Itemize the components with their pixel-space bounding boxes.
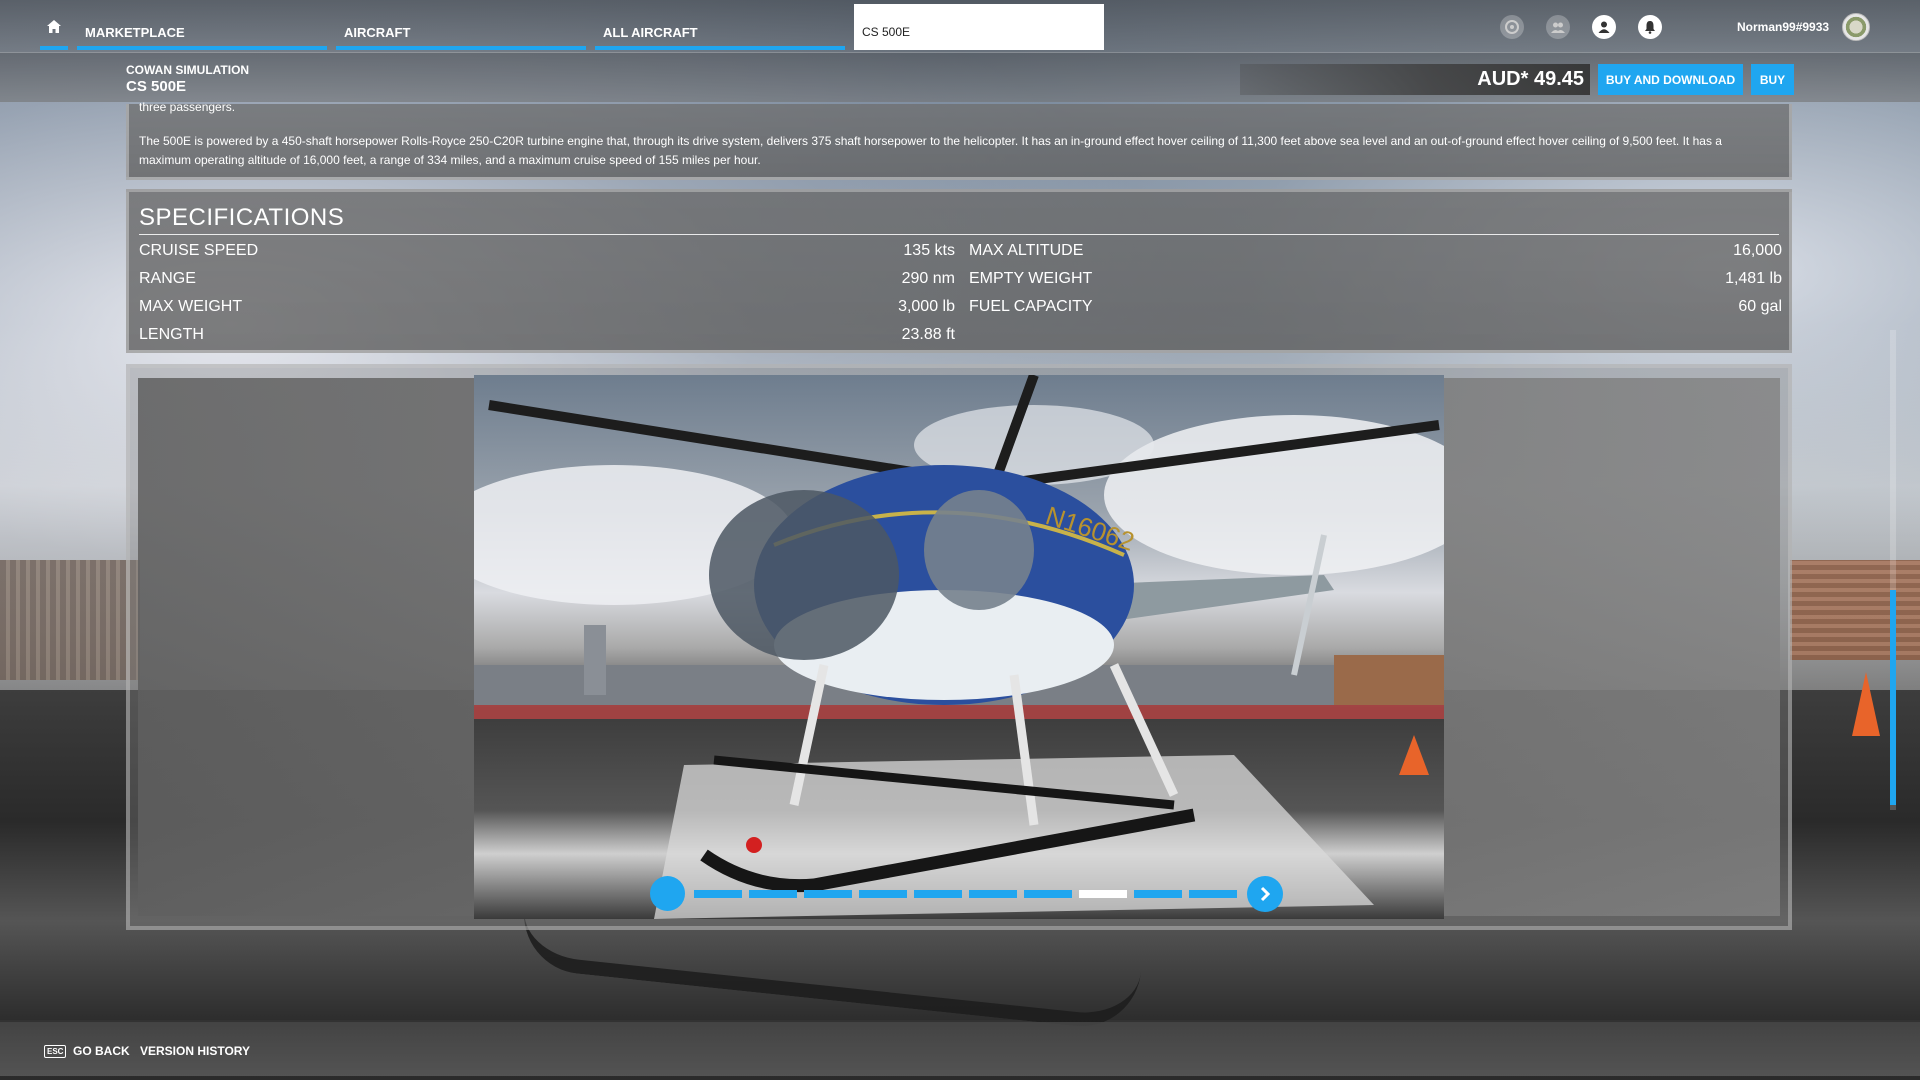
helicopter-illustration: N16062 (474, 375, 1444, 919)
gallery-page-segment[interactable] (804, 890, 852, 898)
gallery-page-segment[interactable] (914, 890, 962, 898)
spec-label: MAX WEIGHT (139, 298, 243, 315)
spec-row: FUEL CAPACITY 60 gal (969, 298, 1782, 320)
specifications-panel: SPECIFICATIONS CRUISE SPEED 135 kts RANG… (126, 189, 1792, 353)
spec-row: RANGE 290 nm (139, 270, 955, 292)
product-header: COWAN SIMULATION CS 500E AUD* 49.45 BUY … (0, 52, 1920, 102)
spec-row: CRUISE SPEED 135 kts (139, 242, 955, 264)
tab-cs-500e[interactable]: CS 500E (854, 4, 1104, 50)
tab-marketplace[interactable]: MARKETPLACE (77, 0, 327, 52)
description-previous-text: three passengers. (139, 100, 236, 114)
activity-icon[interactable] (1500, 15, 1524, 39)
description-text: The 500E is powered by a 450-shaft horse… (139, 134, 1722, 167)
spec-label: MAX ALTITUDE (969, 242, 1084, 259)
gallery-page-segment[interactable] (1134, 890, 1182, 898)
home-icon (47, 19, 61, 33)
description-panel[interactable]: three passengers. The 500E is powered by… (126, 100, 1792, 180)
spec-value: 60 gal (1738, 298, 1782, 315)
page-scrollbar-thumb[interactable] (1890, 590, 1896, 805)
top-navigation: MARKETPLACE AIRCRAFT ALL AIRCRAFT CS 500… (0, 0, 1920, 52)
spec-value: 16,000 (1733, 242, 1782, 259)
gallery-page-segment[interactable] (1189, 890, 1237, 898)
version-history-button[interactable]: VERSION HISTORY (140, 1044, 250, 1058)
spec-label: RANGE (139, 270, 196, 287)
spec-row: EMPTY WEIGHT 1,481 lb (969, 270, 1782, 292)
chevron-right-icon (1260, 886, 1271, 902)
tab-cs-500e-label: CS 500E (862, 25, 911, 39)
spec-value: 3,000 lb (898, 298, 955, 315)
bottom-bar: ESC GO BACK VERSION HISTORY (0, 1022, 1920, 1076)
tab-all-aircraft-label: ALL AIRCRAFT (603, 25, 698, 40)
background-buildings-right (1790, 560, 1920, 660)
username[interactable]: Norman99#9933 (1737, 20, 1829, 34)
notifications-icon[interactable] (1638, 15, 1662, 39)
gallery-page-segment[interactable] (969, 890, 1017, 898)
product-name: CS 500E (126, 78, 187, 95)
gallery-page-segment[interactable] (694, 890, 742, 898)
gallery-next-button[interactable] (1247, 876, 1283, 912)
spec-value: 135 kts (903, 242, 955, 259)
gallery-current-indicator[interactable] (650, 876, 685, 911)
specifications-title: SPECIFICATIONS (139, 204, 345, 231)
home-button[interactable] (40, 0, 68, 52)
esc-key-icon: ESC (44, 1045, 67, 1058)
tab-all-aircraft[interactable]: ALL AIRCRAFT (595, 0, 845, 52)
gallery-page-segment[interactable] (859, 890, 907, 898)
spec-value: 290 nm (901, 270, 955, 287)
spec-label: CRUISE SPEED (139, 242, 259, 259)
gallery-image[interactable]: N16062 (474, 375, 1444, 919)
spec-row: MAX ALTITUDE 16,000 (969, 242, 1782, 264)
spec-label: EMPTY WEIGHT (969, 270, 1093, 287)
gallery-page-segment[interactable] (1024, 890, 1072, 898)
spec-value: 1,481 lb (1725, 270, 1782, 287)
spec-row: MAX WEIGHT 3,000 lb (139, 298, 955, 320)
gallery-page-segment[interactable] (749, 890, 797, 898)
buy-and-download-button[interactable]: BUY AND DOWNLOAD (1598, 64, 1743, 95)
background-buildings-left (0, 560, 140, 680)
price-box: AUD* 49.45 (1240, 64, 1590, 95)
avatar[interactable] (1842, 13, 1870, 41)
profile-icon[interactable] (1592, 15, 1616, 39)
background-traffic-cone (1852, 672, 1880, 736)
publisher-name: COWAN SIMULATION (126, 63, 250, 77)
spec-value: 23.88 ft (901, 326, 955, 343)
price: AUD* 49.45 (1477, 68, 1584, 90)
tab-aircraft[interactable]: AIRCRAFT (336, 0, 586, 52)
specifications-divider (139, 234, 1779, 235)
go-back-button[interactable]: GO BACK (73, 1044, 130, 1058)
friends-icon[interactable] (1546, 15, 1570, 39)
gallery-page-segment[interactable] (1079, 890, 1127, 898)
tab-aircraft-label: AIRCRAFT (344, 25, 411, 40)
spec-row: LENGTH 23.88 ft (139, 326, 955, 348)
spec-label: FUEL CAPACITY (969, 298, 1093, 315)
tab-marketplace-label: MARKETPLACE (85, 25, 185, 40)
spec-label: LENGTH (139, 326, 204, 343)
buy-button[interactable]: BUY (1751, 64, 1794, 95)
